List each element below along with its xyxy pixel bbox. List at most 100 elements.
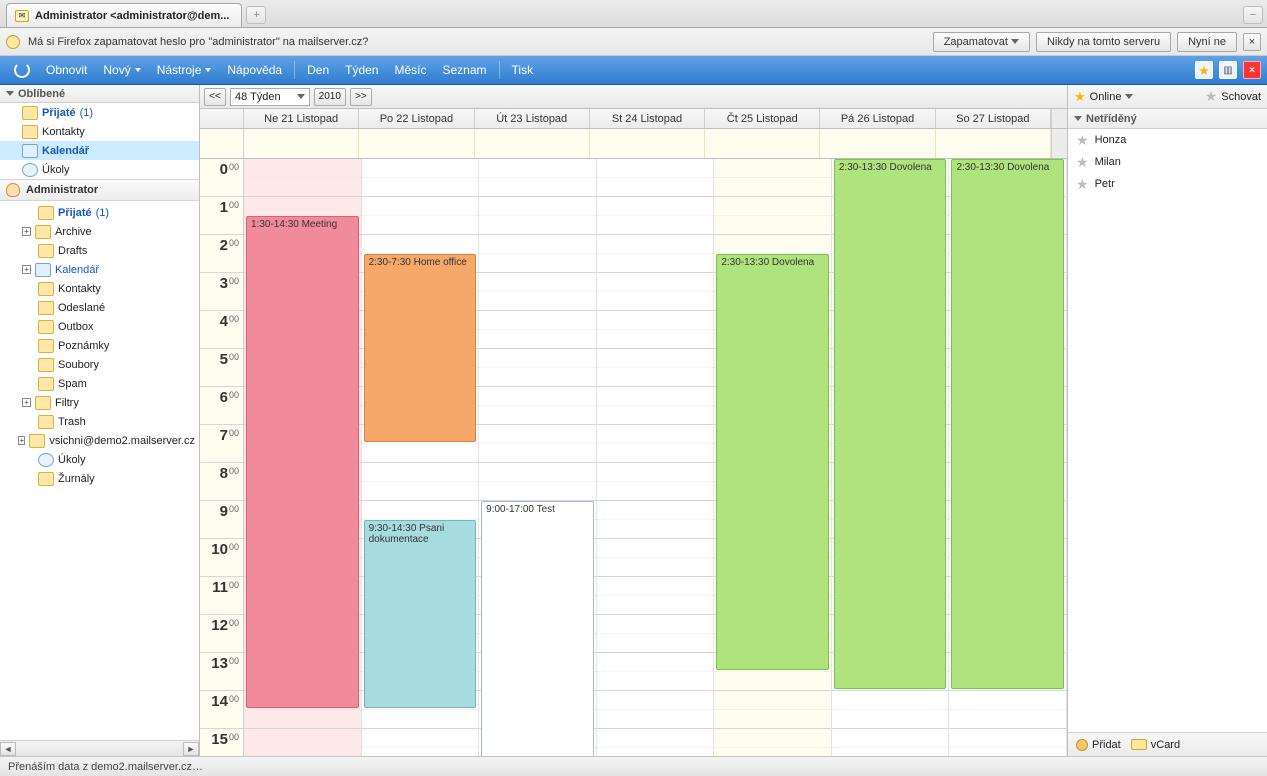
tree-item[interactable]: +Kalendář [0,260,199,279]
never-button[interactable]: Nikdy na tomto serveru [1036,32,1171,52]
hour-label: 700 [200,425,243,463]
day-column[interactable] [597,159,715,756]
star-icon: ★ [1076,154,1089,171]
online-status[interactable]: ★ Online [1074,90,1133,103]
expand-icon[interactable]: + [22,265,31,274]
print-button[interactable]: Tisk [504,56,542,84]
tree-item[interactable]: Přijaté (1) [0,203,199,222]
expand-icon[interactable]: + [22,227,31,236]
week-selector[interactable]: 48 Týden [230,88,310,106]
calendar-grid-scroll[interactable]: 0001002003004005006007008009001000110012… [200,159,1067,756]
tree-item[interactable]: Soubory [0,355,199,374]
infobar-close-button[interactable]: × [1243,33,1261,51]
minimize-button[interactable]: − [1243,6,1263,24]
tree-item[interactable]: +vsichni@demo2.mailserver.cz [0,431,199,450]
view-day[interactable]: Den [299,56,337,84]
tree-item[interactable]: +Archive [0,222,199,241]
favorite-item[interactable]: Přijaté (1) [0,103,199,122]
allday-cell[interactable] [590,129,705,158]
cal-icon [35,263,51,277]
folder-tree[interactable]: Přijaté (1)+ArchiveDrafts+KalendářKontak… [0,201,199,740]
expand-icon[interactable]: + [22,398,31,407]
view-list[interactable]: Seznam [435,56,495,84]
prev-week-button[interactable]: << [204,88,226,106]
calendar-event[interactable]: 1:30-14:30 Meeting [246,216,359,708]
next-week-button[interactable]: >> [350,88,372,106]
account-header[interactable]: Administrator [0,179,199,201]
key-icon [6,35,20,49]
calendar-event[interactable]: 2:30-13:30 Dovolena [951,159,1064,689]
allday-cell[interactable] [475,129,590,158]
calendar-event[interactable]: 2:30-13:30 Dovolena [834,159,947,689]
new-menu[interactable]: Nový [95,56,148,84]
chevron-down-icon [297,94,305,99]
new-tab-button[interactable]: + [246,6,266,24]
vcard-button[interactable]: vCard [1131,739,1180,751]
contact-item[interactable]: ★Milan [1068,151,1267,173]
hour-label: 1000 [200,539,243,577]
favorite-item[interactable]: Kontakty [0,122,199,141]
refresh-label[interactable]: Obnovit [38,56,95,84]
tools-menu[interactable]: Nástroje [149,56,220,84]
allday-cell[interactable] [936,129,1051,158]
year-display[interactable]: 2010 [314,88,346,106]
day-column[interactable]: 2:30-13:30 Dovolena [832,159,950,756]
allday-cell[interactable] [244,129,359,158]
clock-icon [38,453,54,467]
allday-cell[interactable] [705,129,820,158]
tree-item[interactable]: Poznámky [0,336,199,355]
panel-toggle-button[interactable]: ▥ [1219,61,1237,79]
tree-item[interactable]: Kontakty [0,279,199,298]
contacts-group-header[interactable]: Netříděný [1068,109,1267,129]
allday-cell[interactable] [820,129,935,158]
day-column[interactable]: 2:30-7:30 Home office 9:30-14:30 Psani do… [362,159,480,756]
contacts-icon [38,282,54,296]
day-column[interactable]: 9:00-17:00 Test [479,159,597,756]
day-column[interactable]: 1:30-14:30 Meeting [244,159,362,756]
tree-item[interactable]: Žurnály [0,469,199,488]
hour-label: 1500 [200,729,243,756]
hour-label: 1200 [200,615,243,653]
contact-item[interactable]: ★Petr [1068,173,1267,195]
day-header: So 27 Listopad [936,109,1051,128]
browser-tab[interactable]: ✉ Administrator <administrator@dem... [6,3,242,27]
star-icon: ★ [1198,64,1210,77]
calendar-event[interactable]: 2:30-7:30 Home office [364,254,477,442]
favorites-button[interactable]: ★ [1195,61,1213,79]
scroll-left-icon[interactable]: ◄ [0,742,16,756]
favorite-item[interactable]: Úkoly [0,160,199,179]
refresh-button[interactable] [6,56,38,84]
close-app-button[interactable]: × [1243,61,1261,79]
expand-icon[interactable]: + [18,436,25,445]
star-icon: ★ [1074,90,1086,103]
hide-contacts-button[interactable]: ★ Schovat [1205,88,1261,105]
calendar-event[interactable]: 2:30-13:30 Dovolena [716,254,829,670]
tab-title: Administrator <administrator@dem... [35,10,229,22]
day-column[interactable]: 2:30-13:30 Dovolena [949,159,1067,756]
chevron-down-icon [205,68,211,72]
help-button[interactable]: Nápověda [219,56,290,84]
calendar-event[interactable]: 9:30-14:30 Psani dokumentace [364,520,477,708]
contact-item[interactable]: ★Honza [1068,129,1267,151]
tree-item[interactable]: Outbox [0,317,199,336]
scroll-right-icon[interactable]: ► [183,742,199,756]
favorites-header[interactable]: Oblíbené [0,85,199,103]
sidebar-scrollbar[interactable]: ◄ ► [0,740,199,756]
folder-icon [38,339,54,353]
tree-item[interactable]: Odeslané [0,298,199,317]
tree-item[interactable]: Spam [0,374,199,393]
view-week[interactable]: Týden [337,56,386,84]
tree-item[interactable]: Drafts [0,241,199,260]
add-contact-button[interactable]: Přidat [1076,739,1121,751]
notnow-button[interactable]: Nyní ne [1177,32,1237,52]
favorite-item[interactable]: Kalendář [0,141,199,160]
tree-item[interactable]: +Filtry [0,393,199,412]
day-column[interactable]: 2:30-13:30 Dovolena [714,159,832,756]
view-month[interactable]: Měsíc [386,56,434,84]
tree-item[interactable]: Trash [0,412,199,431]
remember-button[interactable]: Zapamatovat [933,32,1030,52]
calendar-event[interactable]: 9:00-17:00 Test [481,501,594,756]
allday-cell[interactable] [359,129,474,158]
day-header: Ne 21 Listopad [244,109,359,128]
tree-item[interactable]: Úkoly [0,450,199,469]
